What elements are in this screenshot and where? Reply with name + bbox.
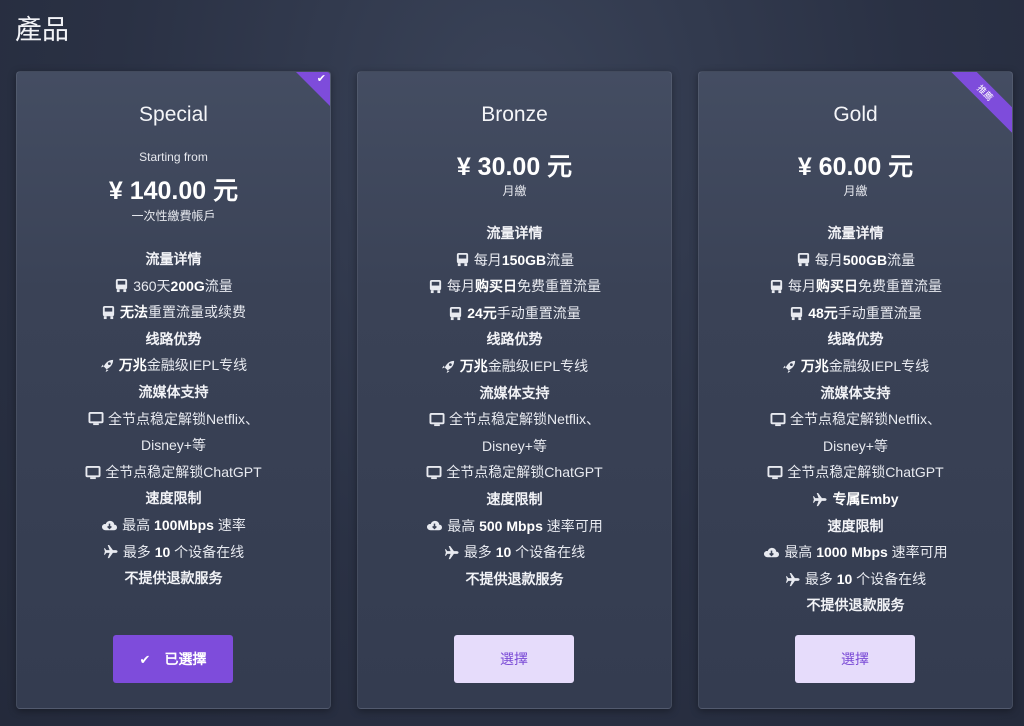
- feature-list: 流量详情 每月500GB流量 每月购买日免费重置流量 48元手动重置流量 线路优…: [699, 220, 1012, 619]
- feature-item: 无法重置流量或续费: [17, 299, 330, 326]
- feature-item: 全节点稳定解锁Netflix、: [17, 406, 330, 433]
- feature-item: 最多 10 个设备在线: [17, 539, 330, 566]
- feature-item: 最高 500 Mbps 速率可用: [358, 513, 671, 540]
- billing-cycle: 月繳: [843, 184, 868, 198]
- feature-heading: 速度限制: [827, 517, 884, 534]
- feature-heading: 流量详情: [486, 225, 543, 241]
- bus-icon: [102, 305, 115, 320]
- feature-item: 最多 10 个设备在线: [358, 539, 671, 566]
- plane-icon: [103, 545, 118, 559]
- cloud-download-icon: [427, 521, 443, 531]
- plan-name: Bronze: [481, 103, 548, 126]
- feature-item: 万兆金融级IEPL专线: [699, 353, 1012, 380]
- bus-icon: [450, 306, 462, 320]
- feature-heading: 流量详情: [827, 225, 884, 241]
- feature-item: Disney+等: [823, 437, 888, 454]
- feature-heading: 不提供退款服务: [806, 597, 905, 614]
- feature-item: 每月500GB流量: [699, 247, 1012, 274]
- feature-heading: 流媒体支持: [820, 384, 891, 401]
- feature-item: 360天200G流量: [17, 273, 330, 300]
- plan-card-bronze: Bronze ¥ 30.00 元 月繳 流量详情 每月150GB流量 每月购买日…: [357, 71, 672, 709]
- feature-item: 每月购买日免费重置流量: [358, 273, 671, 300]
- bus-icon: [429, 279, 442, 294]
- plan-card-special: ✔ Special Starting from ¥ 140.00 元 一次性繳費…: [16, 71, 331, 709]
- feature-heading: 流量详情: [145, 251, 202, 267]
- monitor-icon: [85, 465, 101, 479]
- select-plan-button[interactable]: 選擇: [795, 635, 915, 683]
- feature-heading: 流媒体支持: [138, 383, 209, 400]
- feature-list: 流量详情 360天200G流量 无法重置流量或续费 线路优势 万兆金融级IEPL…: [17, 246, 330, 592]
- rocket-icon: [782, 360, 795, 373]
- bus-icon: [797, 253, 809, 267]
- plan-price: ¥ 140.00 元: [108, 177, 239, 205]
- cloud-download-icon: [764, 547, 780, 558]
- monitor-icon: [767, 466, 783, 480]
- bus-icon: [791, 306, 803, 320]
- check-icon: ✔: [316, 73, 326, 85]
- monitor-icon: [429, 412, 445, 427]
- feature-heading: 线路优势: [827, 331, 884, 348]
- feature-item: 全节点稳定解锁ChatGPT: [358, 459, 671, 486]
- bus-icon: [456, 253, 468, 267]
- feature-item: 最高 1000 Mbps 速率可用: [699, 539, 1012, 566]
- billing-cycle: 月繳: [502, 184, 527, 198]
- feature-item: 全节点稳定解锁Netflix、: [358, 406, 671, 433]
- starting-from-label: Starting from: [139, 150, 208, 164]
- feature-heading: 速度限制: [145, 490, 202, 507]
- plan-price: ¥ 30.00 元: [456, 153, 573, 181]
- billing-cycle: 一次性繳費帳戶: [131, 209, 216, 223]
- cloud-download-icon: [102, 520, 118, 530]
- rocket-icon: [100, 360, 113, 373]
- page-title: 產品: [15, 15, 69, 46]
- feature-item: Disney+等: [482, 437, 547, 454]
- plan-price: ¥ 60.00 元: [797, 153, 914, 181]
- feature-item: 每月购买日免费重置流量: [699, 273, 1012, 300]
- feature-heading: 线路优势: [486, 331, 543, 348]
- feature-item: 全节点稳定解锁Netflix、: [699, 406, 1012, 433]
- selected-plan-button[interactable]: ✔ 已選擇: [113, 635, 233, 683]
- feature-item: 万兆金融级IEPL专线: [358, 353, 671, 380]
- bus-icon: [116, 279, 128, 293]
- feature-heading: 速度限制: [486, 490, 543, 507]
- plan-name: Gold: [833, 103, 878, 126]
- monitor-icon: [426, 466, 442, 480]
- plan-card-gold: 推薦 Gold ¥ 60.00 元 月繳 流量详情 每月500GB流量 每月购买…: [698, 71, 1013, 709]
- feature-item: 每月150GB流量: [358, 247, 671, 274]
- select-plan-button[interactable]: 選擇: [454, 635, 574, 683]
- plan-name: Special: [139, 103, 208, 126]
- feature-item: 最高 100Mbps 速率: [17, 512, 330, 539]
- feature-item: 24元手动重置流量: [358, 300, 671, 327]
- feature-heading: 不提供退款服务: [465, 570, 564, 587]
- feature-list: 流量详情 每月150GB流量 每月购买日免费重置流量 24元手动重置流量 线路优…: [358, 220, 671, 592]
- monitor-icon: [770, 412, 786, 427]
- feature-item: 最多 10 个设备在线: [699, 566, 1012, 593]
- selected-corner-badge: ✔: [296, 72, 330, 106]
- feature-heading: 不提供退款服务: [124, 570, 223, 587]
- feature-item: 专属Emby: [699, 486, 1012, 513]
- feature-item: 48元手动重置流量: [699, 300, 1012, 327]
- rocket-icon: [441, 360, 454, 373]
- bus-icon: [770, 279, 783, 294]
- plane-icon: [813, 492, 827, 506]
- feature-heading: 线路优势: [145, 330, 202, 347]
- feature-item: 全节点稳定解锁ChatGPT: [699, 459, 1012, 486]
- feature-item: Disney+等: [141, 437, 206, 454]
- check-icon: ✔: [139, 652, 151, 667]
- feature-item: 万兆金融级IEPL专线: [17, 352, 330, 379]
- monitor-icon: [88, 412, 104, 426]
- feature-heading: 流媒体支持: [479, 384, 550, 401]
- feature-item: 全节点稳定解锁ChatGPT: [17, 459, 330, 486]
- plane-icon: [444, 545, 459, 559]
- plane-icon: [785, 572, 800, 586]
